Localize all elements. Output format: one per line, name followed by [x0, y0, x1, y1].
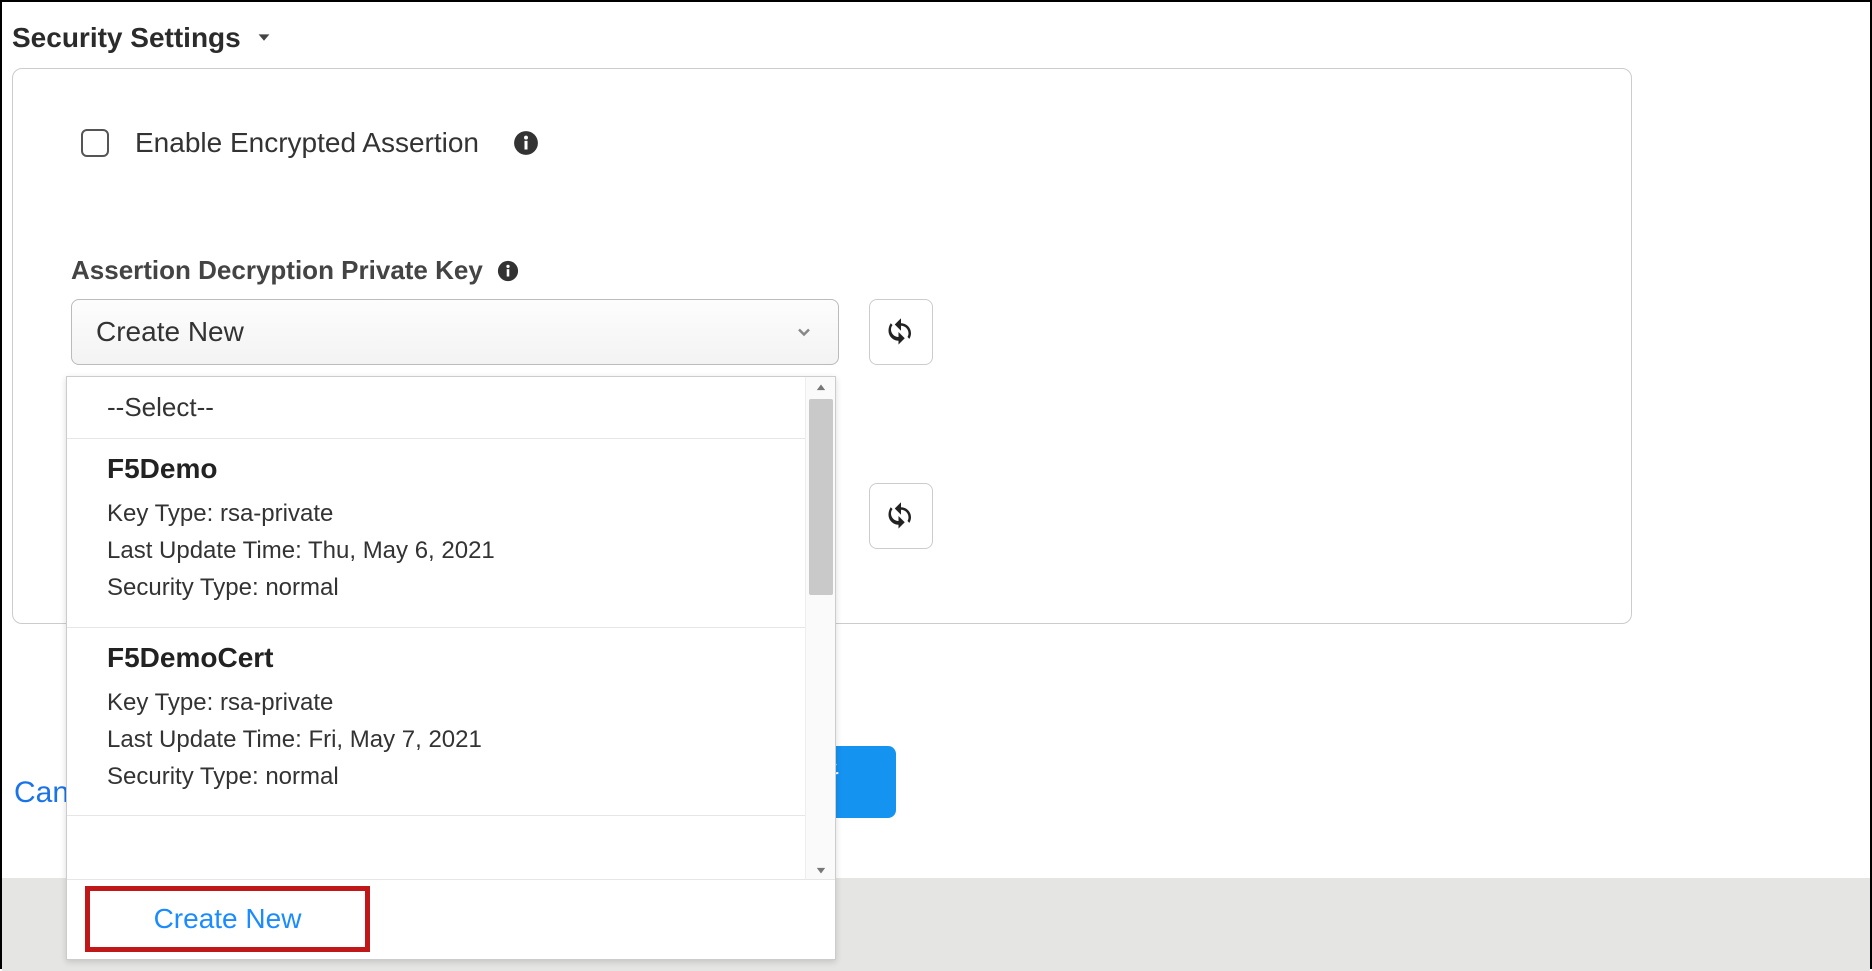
option-name: F5DemoCert — [107, 642, 766, 674]
decryption-key-label: Assertion Decryption Private Key — [71, 255, 483, 286]
info-icon[interactable] — [513, 130, 539, 156]
dropdown-list[interactable]: --Select-- F5Demo Key Type: rsa-private … — [67, 377, 807, 881]
encrypted-assertion-row: Enable Encrypted Assertion — [81, 127, 539, 159]
option-name: F5Demo — [107, 453, 766, 485]
refresh-icon — [886, 501, 916, 531]
section-title: Security Settings — [12, 22, 241, 54]
chevron-down-icon — [794, 322, 814, 342]
option-key-type: Key Type: rsa-private — [107, 495, 766, 532]
create-new-option[interactable]: Create New — [154, 903, 302, 935]
refresh-button[interactable] — [869, 483, 933, 549]
scroll-thumb[interactable] — [809, 399, 833, 595]
encrypted-assertion-label: Enable Encrypted Assertion — [135, 127, 479, 159]
option-updated: Last Update Time: Fri, May 7, 2021 — [107, 721, 766, 758]
dropdown-option-partial[interactable]: — — — — — — — [67, 816, 806, 844]
section-header[interactable]: Security Settings — [12, 22, 273, 54]
encrypted-assertion-checkbox[interactable] — [81, 129, 109, 157]
decryption-key-select[interactable]: Create New — [71, 299, 839, 365]
dropdown-scrollbar[interactable] — [805, 377, 835, 881]
create-new-highlight: Create New — [85, 886, 370, 952]
select-value: Create New — [96, 316, 244, 348]
scroll-down-arrow-icon[interactable] — [806, 859, 835, 881]
dropdown-placeholder-option[interactable]: --Select-- — [67, 377, 806, 439]
option-key-type: Key Type: rsa-private — [107, 684, 766, 721]
scroll-up-arrow-icon[interactable] — [806, 377, 835, 399]
page-root: Security Settings Enable Encrypted Asser… — [0, 0, 1872, 969]
refresh-button[interactable] — [869, 299, 933, 365]
caret-down-icon — [255, 29, 273, 47]
info-icon[interactable] — [497, 260, 519, 282]
decryption-key-label-row: Assertion Decryption Private Key — [71, 255, 519, 286]
decryption-key-dropdown: --Select-- F5Demo Key Type: rsa-private … — [66, 376, 836, 960]
dropdown-option[interactable]: F5DemoCert Key Type: rsa-private Last Up… — [67, 628, 806, 817]
option-updated: Last Update Time: Thu, May 6, 2021 — [107, 532, 766, 569]
dropdown-option[interactable]: F5Demo Key Type: rsa-private Last Update… — [67, 439, 806, 628]
option-security-type: Security Type: normal — [107, 569, 766, 606]
option-security-type: Security Type: normal — [107, 758, 766, 795]
dropdown-footer: Create New — [67, 879, 835, 959]
refresh-icon — [886, 317, 916, 347]
